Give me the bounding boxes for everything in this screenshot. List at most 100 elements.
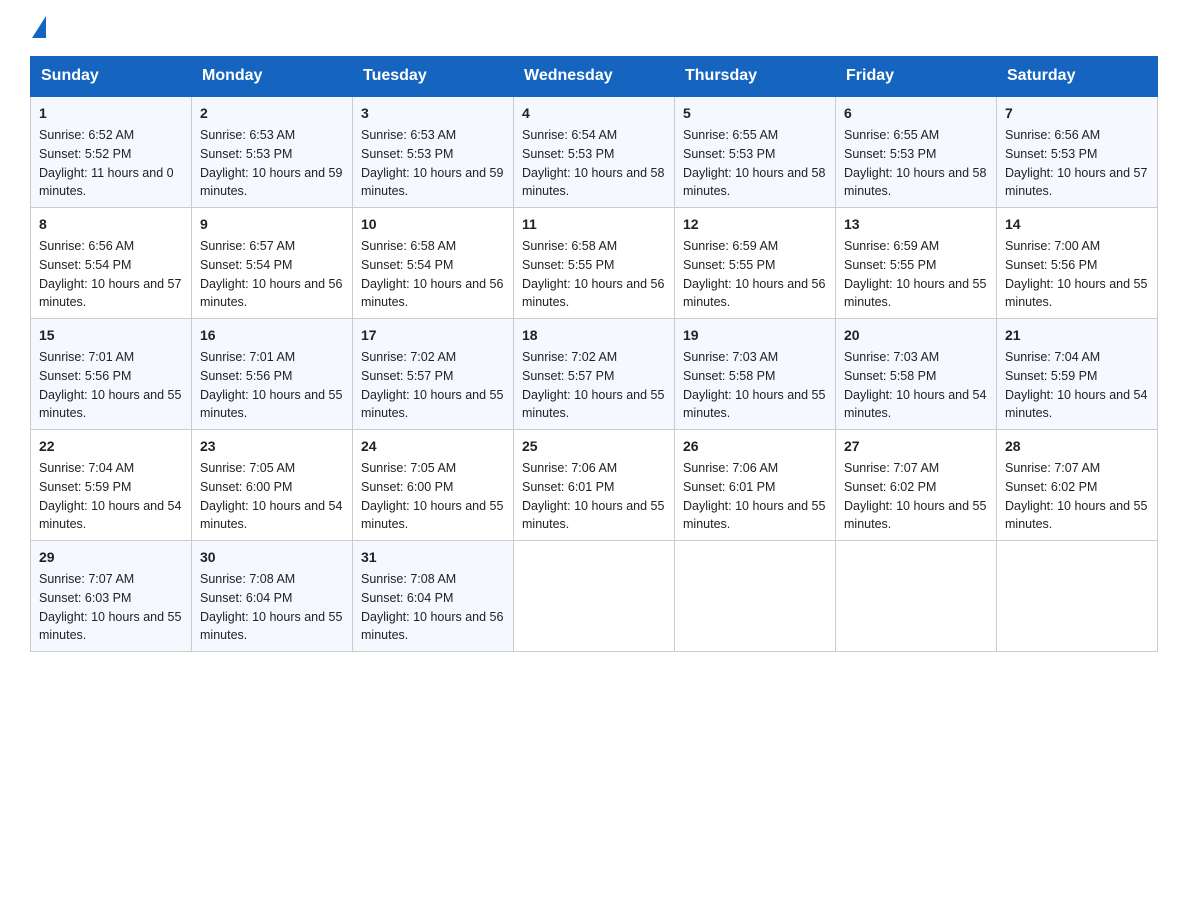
daylight-info: Daylight: 10 hours and 55 minutes. [361, 386, 505, 424]
calendar-day-cell: 6Sunrise: 6:55 AMSunset: 5:53 PMDaylight… [836, 96, 997, 208]
daylight-info: Daylight: 10 hours and 54 minutes. [200, 497, 344, 535]
day-number: 2 [200, 103, 344, 124]
day-number: 12 [683, 214, 827, 235]
sunset-info: Sunset: 6:01 PM [683, 478, 827, 497]
calendar-day-cell: 7Sunrise: 6:56 AMSunset: 5:53 PMDaylight… [997, 96, 1158, 208]
day-number: 20 [844, 325, 988, 346]
day-number: 21 [1005, 325, 1149, 346]
sunrise-info: Sunrise: 6:59 AM [844, 237, 988, 256]
calendar-day-cell: 31Sunrise: 7:08 AMSunset: 6:04 PMDayligh… [353, 541, 514, 652]
calendar-day-cell [836, 541, 997, 652]
sunrise-info: Sunrise: 6:56 AM [1005, 126, 1149, 145]
sunset-info: Sunset: 5:52 PM [39, 145, 183, 164]
daylight-info: Daylight: 10 hours and 55 minutes. [683, 386, 827, 424]
page-header [30, 20, 1158, 38]
sunrise-info: Sunrise: 6:59 AM [683, 237, 827, 256]
sunset-info: Sunset: 6:00 PM [361, 478, 505, 497]
calendar-day-cell [997, 541, 1158, 652]
sunset-info: Sunset: 5:54 PM [39, 256, 183, 275]
daylight-info: Daylight: 10 hours and 56 minutes. [200, 275, 344, 313]
day-number: 31 [361, 547, 505, 568]
calendar-day-cell [514, 541, 675, 652]
sunset-info: Sunset: 5:53 PM [683, 145, 827, 164]
sunrise-info: Sunrise: 7:02 AM [522, 348, 666, 367]
calendar-header-row: SundayMondayTuesdayWednesdayThursdayFrid… [31, 57, 1158, 97]
calendar-day-cell: 8Sunrise: 6:56 AMSunset: 5:54 PMDaylight… [31, 208, 192, 319]
sunset-info: Sunset: 5:55 PM [844, 256, 988, 275]
calendar-day-cell: 29Sunrise: 7:07 AMSunset: 6:03 PMDayligh… [31, 541, 192, 652]
calendar-week-row: 22Sunrise: 7:04 AMSunset: 5:59 PMDayligh… [31, 430, 1158, 541]
sunset-info: Sunset: 5:56 PM [200, 367, 344, 386]
sunset-info: Sunset: 5:59 PM [1005, 367, 1149, 386]
calendar-day-cell: 27Sunrise: 7:07 AMSunset: 6:02 PMDayligh… [836, 430, 997, 541]
day-number: 28 [1005, 436, 1149, 457]
day-number: 7 [1005, 103, 1149, 124]
calendar-day-cell: 10Sunrise: 6:58 AMSunset: 5:54 PMDayligh… [353, 208, 514, 319]
sunset-info: Sunset: 5:53 PM [522, 145, 666, 164]
calendar-day-cell: 13 Sunrise: 6:59 AMSunset: 5:55 PMDayligh… [836, 208, 997, 319]
sunset-info: Sunset: 5:58 PM [844, 367, 988, 386]
day-number: 29 [39, 547, 183, 568]
sunrise-info: Sunrise: 7:08 AM [200, 570, 344, 589]
sunrise-info: Sunrise: 7:05 AM [361, 459, 505, 478]
day-number: 22 [39, 436, 183, 457]
daylight-info: Daylight: 10 hours and 55 minutes. [200, 386, 344, 424]
sunrise-info: Sunrise: 7:07 AM [39, 570, 183, 589]
daylight-info: Daylight: 10 hours and 55 minutes. [844, 275, 988, 313]
day-number: 5 [683, 103, 827, 124]
calendar-day-cell: 2Sunrise: 6:53 AMSunset: 5:53 PMDaylight… [192, 96, 353, 208]
sunset-info: Sunset: 6:02 PM [1005, 478, 1149, 497]
sunset-info: Sunset: 5:54 PM [361, 256, 505, 275]
sunset-info: Sunset: 5:59 PM [39, 478, 183, 497]
calendar-day-cell: 9Sunrise: 6:57 AMSunset: 5:54 PMDaylight… [192, 208, 353, 319]
sunset-info: Sunset: 5:53 PM [1005, 145, 1149, 164]
daylight-info: Daylight: 10 hours and 55 minutes. [361, 497, 505, 535]
day-number: 18 [522, 325, 666, 346]
sunset-info: Sunset: 6:01 PM [522, 478, 666, 497]
sunset-info: Sunset: 5:53 PM [200, 145, 344, 164]
calendar-day-header: Tuesday [353, 57, 514, 97]
calendar-day-header: Thursday [675, 57, 836, 97]
logo [30, 20, 46, 38]
daylight-info: Daylight: 10 hours and 54 minutes. [39, 497, 183, 535]
sunrise-info: Sunrise: 6:57 AM [200, 237, 344, 256]
sunset-info: Sunset: 5:55 PM [683, 256, 827, 275]
calendar-day-cell: 30Sunrise: 7:08 AMSunset: 6:04 PMDayligh… [192, 541, 353, 652]
day-number: 17 [361, 325, 505, 346]
daylight-info: Daylight: 10 hours and 58 minutes. [844, 164, 988, 202]
calendar-day-cell: 12Sunrise: 6:59 AMSunset: 5:55 PMDayligh… [675, 208, 836, 319]
calendar-day-cell: 23Sunrise: 7:05 AMSunset: 6:00 PMDayligh… [192, 430, 353, 541]
day-number: 13 [844, 214, 988, 235]
sunrise-info: Sunrise: 6:58 AM [522, 237, 666, 256]
calendar-day-cell: 26Sunrise: 7:06 AMSunset: 6:01 PMDayligh… [675, 430, 836, 541]
calendar-week-row: 1Sunrise: 6:52 AMSunset: 5:52 PMDaylight… [31, 96, 1158, 208]
sunrise-info: Sunrise: 7:03 AM [683, 348, 827, 367]
calendar-day-header: Monday [192, 57, 353, 97]
day-number: 6 [844, 103, 988, 124]
calendar-day-cell: 4Sunrise: 6:54 AMSunset: 5:53 PMDaylight… [514, 96, 675, 208]
sunrise-info: Sunrise: 7:06 AM [522, 459, 666, 478]
calendar-day-header: Saturday [997, 57, 1158, 97]
sunset-info: Sunset: 5:53 PM [361, 145, 505, 164]
sunset-info: Sunset: 6:04 PM [361, 589, 505, 608]
day-number: 8 [39, 214, 183, 235]
sunset-info: Sunset: 6:02 PM [844, 478, 988, 497]
sunset-info: Sunset: 5:55 PM [522, 256, 666, 275]
sunrise-info: Sunrise: 6:53 AM [200, 126, 344, 145]
sunrise-info: Sunrise: 7:02 AM [361, 348, 505, 367]
sunrise-info: Sunrise: 6:56 AM [39, 237, 183, 256]
daylight-info: Daylight: 10 hours and 56 minutes. [361, 275, 505, 313]
day-number: 19 [683, 325, 827, 346]
sunrise-info: Sunrise: 6:52 AM [39, 126, 183, 145]
sunrise-info: Sunrise: 7:05 AM [200, 459, 344, 478]
sunset-info: Sunset: 5:56 PM [39, 367, 183, 386]
daylight-info: Daylight: 10 hours and 55 minutes. [522, 386, 666, 424]
day-number: 27 [844, 436, 988, 457]
calendar-day-header: Wednesday [514, 57, 675, 97]
calendar-day-cell: 3Sunrise: 6:53 AMSunset: 5:53 PMDaylight… [353, 96, 514, 208]
daylight-info: Daylight: 10 hours and 55 minutes. [200, 608, 344, 646]
sunrise-info: Sunrise: 7:06 AM [683, 459, 827, 478]
day-number: 23 [200, 436, 344, 457]
day-number: 30 [200, 547, 344, 568]
calendar-day-cell: 1Sunrise: 6:52 AMSunset: 5:52 PMDaylight… [31, 96, 192, 208]
